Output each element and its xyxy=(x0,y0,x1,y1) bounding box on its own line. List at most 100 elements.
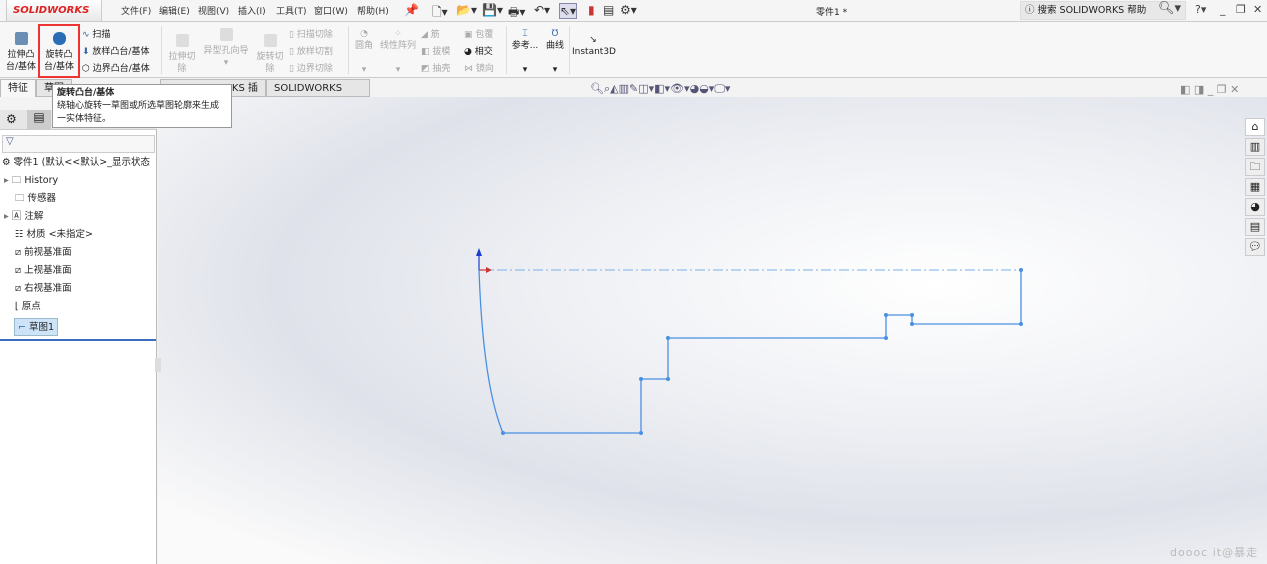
graphics-area[interactable] xyxy=(158,97,1267,564)
design-library-icon[interactable]: ▥ xyxy=(1245,138,1265,156)
view-settings-icon[interactable]: 🖵▾ xyxy=(714,82,730,95)
tree-item-origin[interactable]: ⌊ 原点 xyxy=(15,298,41,316)
menu-insert[interactable]: 插入(I) xyxy=(238,4,266,17)
shell-button[interactable]: ◩ 抽壳 xyxy=(421,61,450,78)
dynamic-annotation-icon[interactable]: ✎ xyxy=(629,82,638,95)
menu-edit[interactable]: 编辑(E) xyxy=(159,4,190,17)
tree-item-history[interactable]: ▸ 🗀 History xyxy=(4,172,58,190)
intersect-button[interactable]: ◕ 相交 xyxy=(464,44,494,61)
tree-item-annotations[interactable]: ▸ 🄰 注解 xyxy=(4,208,43,226)
extrude-label: 拉伸凸台/基体 xyxy=(5,50,37,72)
tree-item-top-plane[interactable]: ⧄ 上视基准面 xyxy=(15,262,72,280)
menu-help[interactable]: 帮助(H) xyxy=(357,4,389,17)
tree-root[interactable]: ⚙ 零件1 (默认<<默认>_显示状态 xyxy=(2,154,150,172)
tree-item-right-plane[interactable]: ⧄ 右视基准面 xyxy=(15,280,72,298)
mirror-button[interactable]: ⋈ 镜向 xyxy=(464,61,494,78)
rib-button[interactable]: ◢ 筋 xyxy=(421,27,450,44)
sketch-point[interactable] xyxy=(666,336,670,340)
loft-cut-button[interactable]: ▯ 放样切割 xyxy=(289,44,333,61)
sketch-point[interactable] xyxy=(501,431,505,435)
hole-wizard-button[interactable]: 异型孔向导 ▾ xyxy=(200,28,252,69)
section-view-icon[interactable]: ▥ xyxy=(619,82,629,95)
sketch-point[interactable] xyxy=(639,431,643,435)
options-gear-icon[interactable]: ⚙▾ xyxy=(620,3,637,17)
feature-manager-tab-icon[interactable]: ⚙ xyxy=(6,112,17,126)
minimize-icon[interactable]: _ xyxy=(1220,3,1226,16)
sweep-cut-button[interactable]: ▯ 扫描切除 xyxy=(289,27,333,44)
print-icon[interactable]: 🖶▾ xyxy=(508,3,525,24)
previous-view-icon[interactable]: ◭ xyxy=(610,82,618,95)
custom-properties-icon[interactable]: ▤ xyxy=(1245,218,1265,236)
revolve-boss-button[interactable]: 旋转凸台/基体 xyxy=(38,24,80,78)
tree-item-sensors[interactable]: 🗀 传感器 xyxy=(15,190,56,208)
appearances-icon[interactable]: ◕ xyxy=(1245,198,1265,216)
sketch-point[interactable] xyxy=(910,322,914,326)
undo-icon[interactable]: ↶▾ xyxy=(534,3,550,17)
menu-tools[interactable]: 工具(T) xyxy=(276,4,307,17)
apply-scene-icon[interactable]: ◒▾ xyxy=(699,82,714,95)
tree-item-material[interactable]: ☷ 材质 <未指定> xyxy=(15,226,93,244)
select-icon[interactable]: ⇖▾ xyxy=(559,3,578,19)
extrude-boss-button[interactable]: 拉伸凸台/基体 xyxy=(4,32,38,73)
viewport-restore-icon[interactable]: ❐ xyxy=(1217,83,1230,96)
edit-appearance-icon[interactable]: ◕ xyxy=(690,82,700,95)
file-properties-icon[interactable]: ▤ xyxy=(603,3,614,17)
sketch-point[interactable] xyxy=(910,313,914,317)
save-icon[interactable]: 💾▾ xyxy=(482,3,503,17)
menu-file[interactable]: 文件(F) xyxy=(121,4,151,17)
new-icon[interactable]: 🗋▾ xyxy=(432,3,448,24)
sketch-point[interactable] xyxy=(666,377,670,381)
view-orientation-icon[interactable]: ◫▾ xyxy=(638,82,654,95)
fillet-button[interactable]: ◔ 圆角 ▾ xyxy=(352,28,376,76)
reference-geometry-button[interactable]: ⌶ 参考... ▾ xyxy=(510,28,540,76)
sketch-point[interactable] xyxy=(1019,268,1023,272)
sketch-point[interactable] xyxy=(884,336,888,340)
view-palette-icon[interactable]: ▦ xyxy=(1245,178,1265,196)
tab-features[interactable]: 特征 xyxy=(0,79,36,97)
linear-pattern-button[interactable]: ⁘ 线性阵列 ▾ xyxy=(378,28,418,76)
collapse-left-icon[interactable]: ◧ xyxy=(1180,83,1194,96)
boundary-button[interactable]: ⬡ 边界凸台/基体 xyxy=(82,61,150,78)
curves-button[interactable]: Ʊ 曲线 ▾ xyxy=(542,28,568,76)
viewport-minimize-icon[interactable]: _ xyxy=(1208,83,1217,96)
revolve-cut-button[interactable]: 旋转切除 xyxy=(253,34,287,75)
menu-window[interactable]: 窗口(W) xyxy=(314,4,348,17)
loft-button[interactable]: ⬇ 放样凸台/基体 xyxy=(82,44,150,61)
sweep-button[interactable]: ∿ 扫描 xyxy=(82,27,150,44)
rebuild-icon[interactable]: ▮ xyxy=(588,3,595,17)
collapse-right-icon[interactable]: ◨ xyxy=(1194,83,1208,96)
sketch-point[interactable] xyxy=(1019,322,1023,326)
tree-item-sketch1[interactable]: ⌐ 草图1 xyxy=(14,318,59,336)
home-icon[interactable]: ⌂ xyxy=(1245,118,1265,136)
draft-button[interactable]: ◧ 拔模 xyxy=(421,44,450,61)
close-icon[interactable]: ✕ xyxy=(1253,3,1262,16)
open-icon[interactable]: 📂▾ xyxy=(456,3,477,17)
hide-show-icon[interactable]: 👁▾ xyxy=(670,82,690,95)
menu-view[interactable]: 视图(V) xyxy=(198,4,229,17)
sketch-profile[interactable] xyxy=(478,269,1022,434)
extrude-cut-button[interactable]: 拉伸切除 xyxy=(165,34,199,75)
restore-icon[interactable]: ❐ xyxy=(1236,3,1246,16)
panel-collapse-handle[interactable] xyxy=(155,358,161,372)
solidworks-logo[interactable]: SOLIDWORKS xyxy=(6,0,102,22)
display-style-icon[interactable]: ◧▾ xyxy=(654,82,670,95)
zoom-to-fit-icon[interactable]: 🔍︎ xyxy=(590,82,604,95)
instant3d-button[interactable]: ↘ Instant3D xyxy=(572,34,616,58)
rollback-bar[interactable] xyxy=(0,339,156,341)
sketch-point[interactable] xyxy=(884,313,888,317)
property-manager-tab-icon[interactable]: ▤ xyxy=(27,110,51,130)
forum-icon[interactable]: 💬︎ xyxy=(1245,238,1265,256)
sketch-point[interactable] xyxy=(639,377,643,381)
viewport-close-icon[interactable]: ✕ xyxy=(1230,83,1239,96)
search-icon[interactable]: 🔍︎▾ xyxy=(1158,1,1181,16)
filter-input[interactable]: ▽ xyxy=(2,135,155,153)
pin-icon[interactable]: 📌 xyxy=(404,3,419,17)
file-explorer-icon[interactable]: 🗀 xyxy=(1245,158,1265,176)
sketch-canvas[interactable] xyxy=(158,97,1267,564)
help-dropdown-icon[interactable]: ?▾ xyxy=(1195,3,1206,16)
boundary-cut-button[interactable]: ▯ 边界切除 xyxy=(289,61,333,78)
tree-item-front-plane[interactable]: ⧄ 前视基准面 xyxy=(15,244,72,262)
wrap-button[interactable]: ▣ 包覆 xyxy=(464,27,494,44)
tree-item-label: 原点 xyxy=(21,301,41,312)
tab-mbd[interactable]: SOLIDWORKS MBD xyxy=(266,79,370,111)
